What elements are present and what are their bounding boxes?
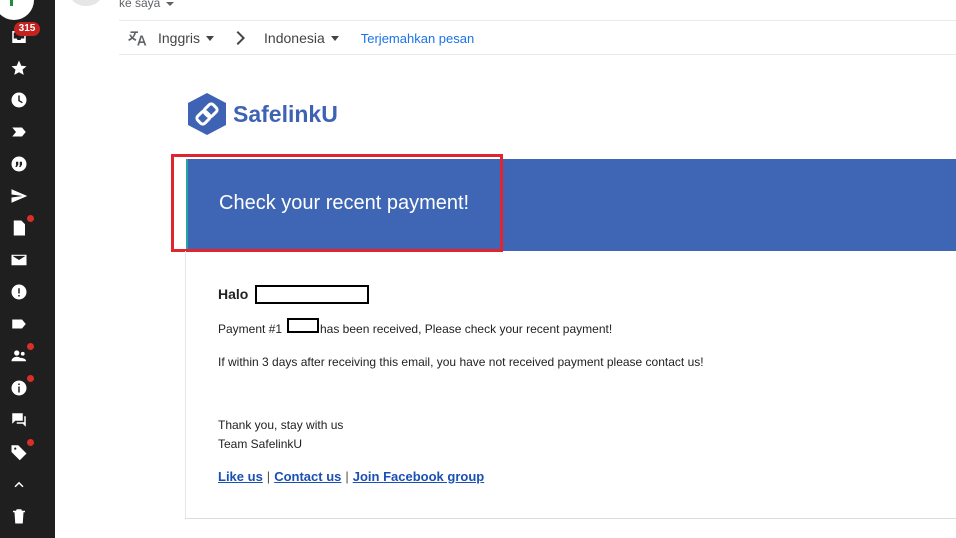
brand-name: SafelinkU <box>233 100 338 127</box>
spam-icon[interactable] <box>10 283 28 301</box>
footer-links: Like us | Contact us | Join Facebook group <box>218 469 484 484</box>
clock-icon[interactable] <box>10 91 28 109</box>
contact-instruction: If within 3 days after receiving this em… <box>218 355 704 369</box>
chevron-right-icon <box>236 31 246 45</box>
trash-icon[interactable] <box>10 507 28 525</box>
redacted-payment-id <box>287 318 319 333</box>
compose-button[interactable] <box>0 0 34 20</box>
star-icon[interactable] <box>10 59 28 77</box>
chevron-up-icon[interactable] <box>10 475 28 493</box>
mail-icon[interactable] <box>10 251 28 269</box>
unread-count-badge: 315 <box>14 22 40 36</box>
target-language-select[interactable]: Indonesia <box>264 30 339 46</box>
translate-message-link[interactable]: Terjemahkan pesan <box>361 31 474 46</box>
left-nav-rail: 315 <box>0 0 55 538</box>
people-icon[interactable] <box>10 343 34 365</box>
greeting-text: Halo <box>218 286 249 302</box>
source-language-label: Inggris <box>158 30 201 46</box>
label-important-icon[interactable] <box>10 123 28 141</box>
like-us-link[interactable]: Like us <box>218 469 263 484</box>
facebook-group-link[interactable]: Join Facebook group <box>353 469 484 484</box>
contact-us-link[interactable]: Contact us <box>274 469 341 484</box>
info-icon[interactable] <box>10 375 34 397</box>
recipient-line[interactable]: ke saya <box>119 0 175 10</box>
payment-line-prefix: Payment #1 <box>218 322 283 336</box>
send-icon[interactable] <box>10 187 28 205</box>
notification-dot <box>27 375 34 382</box>
notification-dot <box>27 439 34 446</box>
redacted-name <box>255 285 369 304</box>
safelinku-logo-icon <box>188 93 226 135</box>
source-language-select[interactable]: Inggris <box>158 30 215 46</box>
tag-icon[interactable] <box>10 439 34 461</box>
recipient-text: ke saya <box>119 0 161 10</box>
translate-icon <box>128 28 148 48</box>
link-separator: | <box>345 469 349 484</box>
divider <box>119 54 956 55</box>
quote-icon[interactable] <box>10 155 28 173</box>
sender-avatar <box>70 0 102 6</box>
link-separator: | <box>266 469 271 484</box>
email-border <box>185 251 186 519</box>
divider <box>119 20 956 21</box>
draft-icon[interactable] <box>10 215 34 237</box>
email-bottom-border <box>185 518 956 519</box>
translate-bar: Inggris Indonesia Terjemahkan pesan <box>128 26 474 50</box>
brand-logo[interactable]: SafelinkU <box>186 92 338 136</box>
notification-dot <box>27 343 34 350</box>
highlight-box <box>171 154 503 252</box>
chevron-down-icon <box>206 35 215 41</box>
target-language-label: Indonesia <box>264 30 325 46</box>
forum-icon[interactable] <box>10 411 28 429</box>
notification-dot <box>27 215 34 222</box>
chevron-down-icon[interactable] <box>166 1 175 6</box>
label-icon[interactable] <box>10 315 28 333</box>
payment-line-suffix: has been received, Please check your rec… <box>320 322 613 336</box>
signoff-line: Thank you, stay with us <box>218 418 344 432</box>
chevron-down-icon <box>330 35 339 41</box>
signature-line: Team SafelinkU <box>218 437 303 451</box>
